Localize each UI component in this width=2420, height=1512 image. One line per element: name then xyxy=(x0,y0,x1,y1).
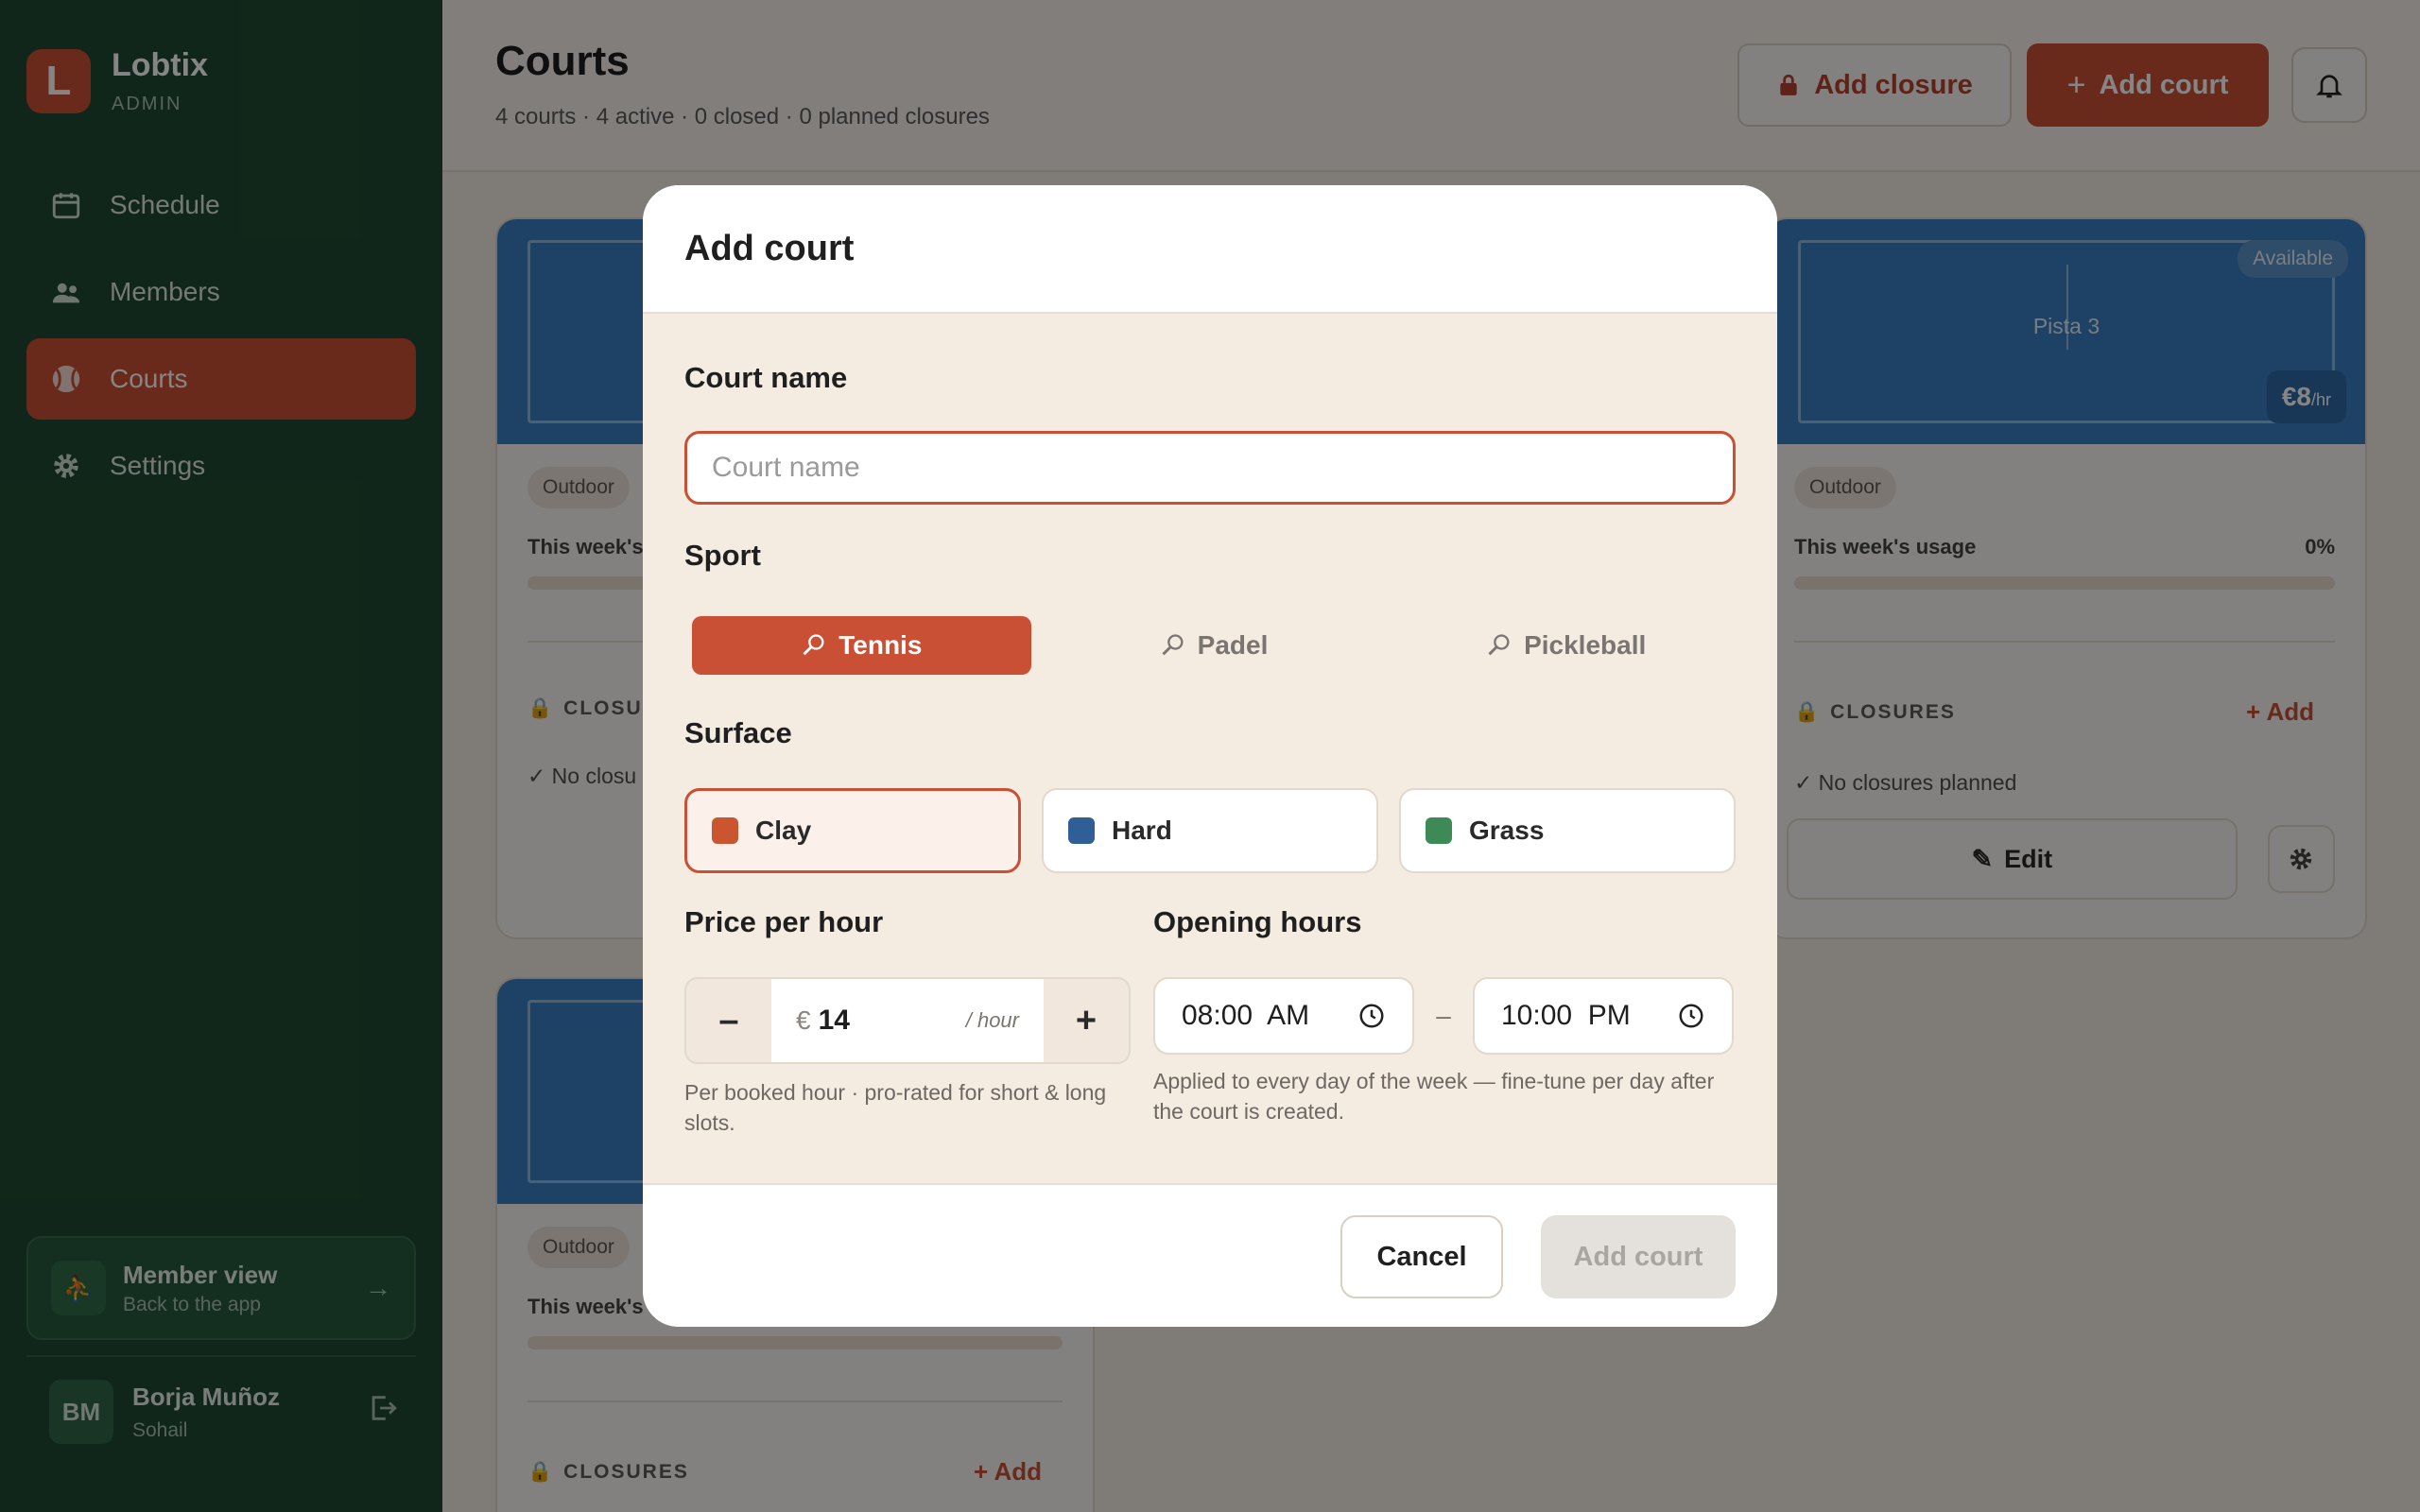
time-separator: – xyxy=(1436,1001,1451,1030)
sport-selector: Tennis Padel Pickleball xyxy=(692,616,1736,675)
clock-icon xyxy=(1679,1004,1703,1028)
surface-label: Surface xyxy=(684,716,792,749)
open-time-value: 08:00 AM xyxy=(1182,1000,1310,1031)
increment-button[interactable]: + xyxy=(1044,979,1129,1062)
surface-selector: Clay Hard Grass xyxy=(684,788,1736,873)
surface-option-hard[interactable]: Hard xyxy=(1042,788,1378,873)
close-time-value: 10:00 PM xyxy=(1501,1000,1631,1031)
price-label: Price per hour xyxy=(684,905,884,938)
sport-option-label: Pickleball xyxy=(1524,630,1647,660)
court-name-label: Court name xyxy=(684,361,848,394)
racket-icon xyxy=(1160,632,1186,659)
per-hour-label: / hour xyxy=(965,1008,1019,1032)
sport-option-padel[interactable]: Padel xyxy=(1045,616,1384,675)
price-help-text: Per booked hour · pro-rated for short & … xyxy=(684,1080,1107,1135)
racket-icon xyxy=(801,632,827,659)
court-name-input[interactable] xyxy=(684,431,1736,505)
open-time-input[interactable]: 08:00 AM xyxy=(1153,977,1414,1055)
decrement-button[interactable]: – xyxy=(686,979,771,1062)
hard-swatch xyxy=(1068,817,1095,844)
surface-option-label: Clay xyxy=(755,816,812,845)
dialog-title: Add court xyxy=(684,228,855,268)
clock-icon xyxy=(1359,1004,1384,1028)
price-stepper: – € 14 / hour + xyxy=(684,977,1131,1064)
sport-option-pickleball[interactable]: Pickleball xyxy=(1396,616,1736,675)
currency-symbol: € xyxy=(796,1005,811,1035)
add-court-dialog: Add court Court name Sport Tennis Padel … xyxy=(643,185,1777,1327)
price-value: 14 xyxy=(818,1005,850,1036)
sport-option-tennis[interactable]: Tennis xyxy=(692,616,1031,675)
clay-swatch xyxy=(712,817,738,844)
surface-option-label: Grass xyxy=(1469,816,1545,845)
sport-option-label: Tennis xyxy=(838,630,923,660)
sport-option-label: Padel xyxy=(1197,630,1269,660)
hours-help-text: Applied to every day of the week — fine-… xyxy=(1153,1069,1715,1124)
dialog-footer: Cancel Add court xyxy=(643,1183,1777,1327)
opening-hours-label: Opening hours xyxy=(1153,905,1362,938)
surface-option-label: Hard xyxy=(1112,816,1172,845)
surface-option-grass[interactable]: Grass xyxy=(1399,788,1736,873)
racket-icon xyxy=(1486,632,1512,659)
sport-label: Sport xyxy=(684,539,761,572)
surface-option-clay[interactable]: Clay xyxy=(684,788,1021,873)
price-input[interactable]: € 14 / hour xyxy=(771,979,1044,1062)
add-court-submit-button[interactable]: Add court xyxy=(1541,1215,1736,1298)
grass-swatch xyxy=(1426,817,1452,844)
close-time-input[interactable]: 10:00 PM xyxy=(1473,977,1734,1055)
cancel-button[interactable]: Cancel xyxy=(1340,1215,1503,1298)
